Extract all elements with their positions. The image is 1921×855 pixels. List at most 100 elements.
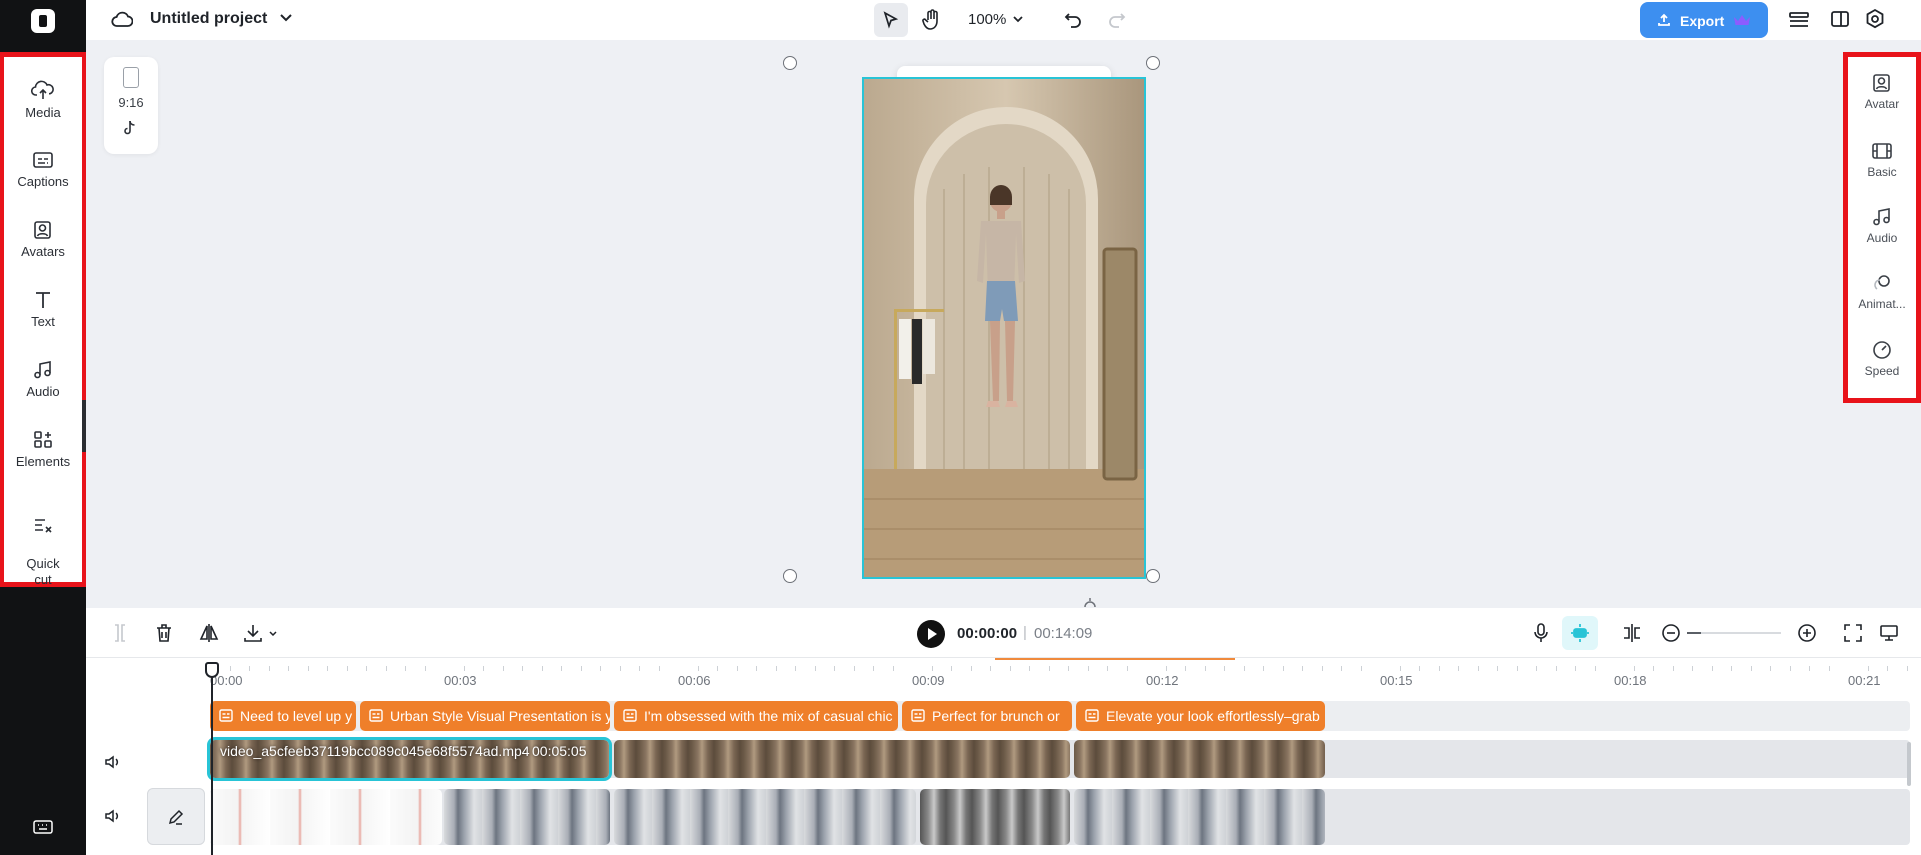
hand-tool-icon[interactable] <box>922 9 942 31</box>
select-tool-button[interactable] <box>874 3 908 37</box>
preview-screen-icon[interactable] <box>1879 623 1899 643</box>
snap-toggle-button[interactable] <box>1562 616 1598 650</box>
main-video-track: video_a5cfeeb37119bcc089c045e68f5574ad.m… <box>207 737 1910 781</box>
right-nav-audio[interactable]: Audio <box>1848 207 1916 245</box>
nav-item-audio[interactable]: Audio <box>4 360 82 399</box>
download-icon[interactable] <box>243 623 263 643</box>
caption-text: Urban Style Visual Presentation is y <box>390 708 610 724</box>
cloud-upload-icon <box>31 80 54 99</box>
split-panel-icon[interactable] <box>1830 9 1850 29</box>
edit-cover-button[interactable] <box>147 788 205 845</box>
settings-icon[interactable] <box>1864 8 1886 30</box>
nav-label-elements: Elements <box>15 454 71 469</box>
resize-handle-bottom-left[interactable] <box>783 569 797 583</box>
right-nav-animation[interactable]: Animat... <box>1848 273 1916 311</box>
portrait-ratio-icon <box>123 67 139 88</box>
resize-handle-top-left[interactable] <box>783 56 797 70</box>
chevron-down-icon[interactable] <box>279 13 293 23</box>
nav-item-captions[interactable]: Captions <box>4 150 82 189</box>
ruler-minor-tick <box>405 666 406 671</box>
ruler-minor-tick <box>1887 666 1888 671</box>
playhead-line[interactable] <box>211 662 213 855</box>
caption-icon <box>219 709 233 722</box>
ruler-minor-tick <box>385 666 387 671</box>
ruler-minor-tick <box>1789 666 1791 671</box>
resize-handle-top-right[interactable] <box>1146 56 1160 70</box>
caption-clip[interactable]: Perfect for brunch or <box>902 701 1072 731</box>
video-clip-selected[interactable]: video_a5cfeeb37119bcc089c045e68f5574ad.m… <box>207 737 612 781</box>
right-nav-speed[interactable]: Speed <box>1848 340 1916 378</box>
right-nav-avatar[interactable]: Avatar <box>1848 73 1916 111</box>
nav-item-media[interactable]: Media <box>4 79 82 120</box>
magnet-snap-icon <box>1571 624 1589 642</box>
undo-icon[interactable] <box>1064 11 1082 29</box>
ruler-minor-tick <box>1477 666 1479 671</box>
broll-track <box>210 789 1910 845</box>
keyboard-icon[interactable] <box>32 818 54 836</box>
ruler-minor-tick <box>541 666 543 671</box>
delete-icon[interactable] <box>155 623 173 643</box>
layers-icon[interactable] <box>1788 9 1810 31</box>
rotate-handle-icon[interactable] <box>1082 598 1098 608</box>
timeline-zoom-slider[interactable] <box>1687 632 1781 634</box>
broll-clip[interactable] <box>1074 789 1325 845</box>
nav-label-quick-cut: Quick cut <box>26 556 60 587</box>
flip-icon[interactable] <box>199 623 219 643</box>
nav-item-quick-cut[interactable]: Quick cut <box>4 500 82 588</box>
split-clip-icon[interactable] <box>1621 623 1643 643</box>
right-nav-label-animation: Animat... <box>1858 297 1906 311</box>
zoom-chevron-down-icon[interactable] <box>1012 15 1024 24</box>
broll-clip[interactable] <box>614 789 916 845</box>
zoom-in-icon[interactable] <box>1797 623 1817 643</box>
zoom-out-icon[interactable] <box>1661 623 1681 643</box>
export-button[interactable]: Export <box>1640 2 1768 38</box>
caption-clip[interactable]: I'm obsessed with the mix of casual chic <box>614 701 898 731</box>
ruler-minor-tick <box>853 666 855 671</box>
track-volume-icon[interactable] <box>104 808 122 824</box>
nav-label-avatars: Avatars <box>21 244 65 259</box>
ruler-label: 00:12 <box>1146 673 1179 688</box>
nav-item-elements[interactable]: Elements <box>4 430 82 469</box>
fit-timeline-icon[interactable] <box>1843 623 1863 643</box>
ruler-minor-tick <box>561 666 562 671</box>
canvas-area[interactable]: 9:16 <box>86 40 1921 608</box>
nav-item-avatars[interactable]: Avatars <box>4 220 82 259</box>
video-clip[interactable] <box>614 740 1070 778</box>
video-preview-frame[interactable] <box>862 77 1146 579</box>
right-nav-basic[interactable]: Basic <box>1848 141 1916 179</box>
project-title[interactable]: Untitled project <box>150 10 267 28</box>
timeline-toolbar: 00:00:00 | 00:14:09 <box>86 608 1921 658</box>
left-rail: Media Captions Avatars Text Audio Elemen… <box>0 0 87 855</box>
chevron-down-icon[interactable] <box>268 630 278 638</box>
quick-cut-icon <box>35 519 52 533</box>
track-volume-icon[interactable] <box>104 754 122 770</box>
ruler-minor-tick <box>580 666 582 671</box>
resize-handle-bottom-right[interactable] <box>1146 569 1160 583</box>
broll-clip[interactable] <box>444 789 610 845</box>
ruler-minor-tick <box>1711 666 1713 671</box>
redo-icon[interactable] <box>1108 11 1126 29</box>
aspect-ratio-card[interactable]: 9:16 <box>104 57 158 154</box>
playhead-handle[interactable] <box>205 662 219 678</box>
nav-item-text[interactable]: Text <box>4 290 82 329</box>
ruler-minor-tick <box>1204 666 1206 671</box>
ruler-minor-tick <box>1165 666 1167 671</box>
ruler-minor-tick <box>1555 666 1557 671</box>
play-button[interactable] <box>917 620 945 648</box>
broll-clip[interactable] <box>920 789 1070 845</box>
app-logo-icon[interactable] <box>31 9 55 33</box>
selection-range-marker <box>995 658 1235 660</box>
time-separator: | <box>1023 624 1027 641</box>
zoom-level[interactable]: 100% <box>968 11 1006 28</box>
cloud-sync-icon[interactable] <box>111 10 133 30</box>
timeline-ruler[interactable]: 00:00 00:03 00:06 00:09 00:12 00:15 00:1… <box>210 658 1910 688</box>
microphone-icon[interactable] <box>1533 623 1549 643</box>
broll-clip[interactable] <box>210 789 442 845</box>
ruler-minor-tick <box>502 666 504 671</box>
ruler-minor-tick <box>892 666 894 671</box>
caption-clip[interactable]: Elevate your look effortlessly–grab <box>1076 701 1325 731</box>
caption-clip[interactable]: Need to level up y <box>210 701 356 731</box>
caption-clip[interactable]: Urban Style Visual Presentation is y <box>360 701 610 731</box>
video-clip[interactable] <box>1074 740 1325 778</box>
timeline-scrollbar[interactable] <box>1907 742 1911 786</box>
